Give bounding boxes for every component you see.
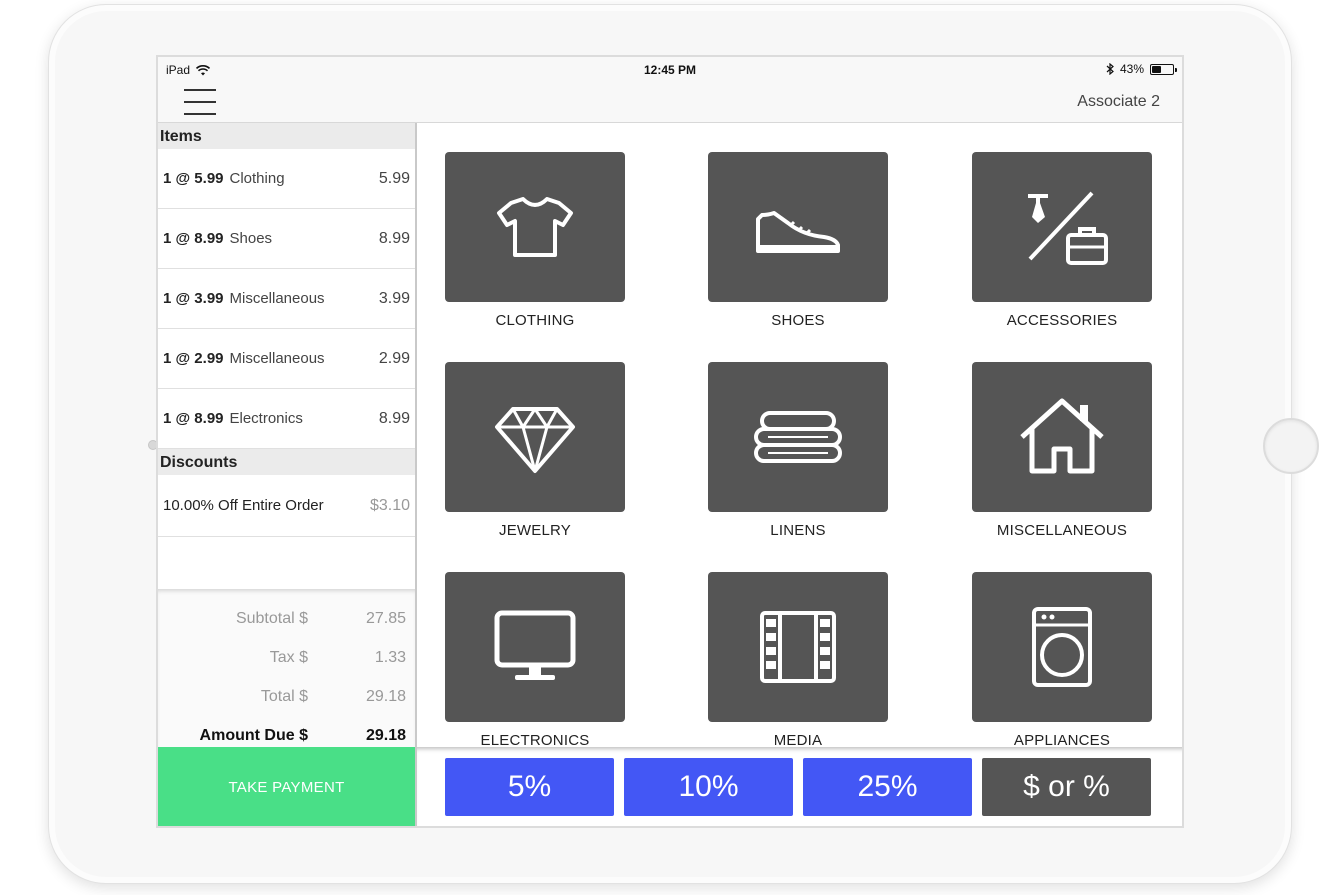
- category-label: CLOTHING: [495, 312, 575, 329]
- discount-name: 10.00% Off Entire Order: [163, 497, 324, 514]
- item-qty: 1 @ 8.99: [163, 230, 224, 247]
- discount-custom-button[interactable]: $ or %: [982, 758, 1151, 816]
- amount-due-label: Amount Due $: [199, 726, 308, 744]
- category-tile-box[interactable]: [708, 152, 888, 302]
- category-tile-box[interactable]: [972, 362, 1152, 512]
- category-tile-linens[interactable]: LINENS: [708, 362, 888, 539]
- hamburger-menu-icon[interactable]: [184, 89, 216, 115]
- take-payment-button[interactable]: TAKE PAYMENT: [158, 747, 415, 826]
- battery-icon: [1150, 63, 1177, 75]
- category-tile-shoes[interactable]: SHOES: [708, 152, 888, 329]
- total-label: Total $: [260, 687, 308, 705]
- item-name: Electronics: [229, 410, 303, 427]
- nav-bar: Associate 2: [158, 81, 1182, 123]
- film-strip-icon: [760, 611, 836, 683]
- associate-name[interactable]: Associate 2: [1077, 93, 1160, 111]
- tie-briefcase-icon: [1028, 191, 1108, 265]
- item-row[interactable]: 1 @ 8.99 Shoes 8.99: [158, 209, 415, 269]
- category-label: ELECTRONICS: [480, 732, 590, 747]
- category-label: MISCELLANEOUS: [996, 522, 1128, 539]
- category-tile-media[interactable]: MEDIA: [708, 572, 888, 747]
- category-tile-box[interactable]: [972, 572, 1152, 722]
- tax-value: 1.33: [374, 648, 406, 666]
- category-tile-electronics[interactable]: ELECTRONICS: [445, 572, 625, 747]
- discount-25-percent-button[interactable]: 25%: [803, 758, 972, 816]
- item-qty: 1 @ 5.99: [163, 170, 224, 187]
- cart-panel: Items 1 @ 5.99 Clothing 5.99 1 @ 8.99 Shoes 8…: [158, 123, 417, 826]
- discounts-list: 10.00% Off Entire Order $3.10: [158, 475, 415, 537]
- monitor-icon: [494, 610, 576, 680]
- item-name: Miscellaneous: [229, 350, 325, 367]
- amount-due-value: 29.18: [365, 726, 406, 744]
- folded-linens-icon: [754, 411, 842, 463]
- totals-panel: Subtotal $ 27.85 Tax $ 1.33 Total $ 29.1…: [158, 589, 415, 747]
- item-price: 8.99: [378, 229, 410, 247]
- category-tile-jewelry[interactable]: JEWELRY: [445, 362, 625, 539]
- category-tile-box[interactable]: [708, 572, 888, 722]
- sneaker-icon: [756, 211, 840, 253]
- category-label: SHOES: [771, 312, 825, 329]
- item-description: 1 @ 5.99 Clothing: [163, 170, 285, 187]
- discount-5-percent-button[interactable]: 5%: [445, 758, 614, 816]
- item-description: 1 @ 8.99 Shoes: [163, 230, 272, 247]
- category-tile-accessories[interactable]: ACCESSORIES: [972, 152, 1152, 329]
- item-price: 8.99: [378, 409, 410, 427]
- diamond-icon: [495, 407, 575, 473]
- pos-screen: iPad 12:45 PM 43% Associate 2 Items 1 @: [156, 55, 1184, 828]
- item-price: 3.99: [378, 289, 410, 307]
- home-button[interactable]: [1263, 418, 1319, 474]
- discount-row[interactable]: 10.00% Off Entire Order $3.10: [158, 475, 415, 537]
- category-label: ACCESSORIES: [1006, 312, 1118, 329]
- discounts-header: Discounts: [158, 449, 415, 475]
- item-row[interactable]: 1 @ 8.99 Electronics 8.99: [158, 389, 415, 449]
- category-tile-clothing[interactable]: CLOTHING: [445, 152, 625, 329]
- subtotal-line: Subtotal $ 27.85: [158, 599, 415, 638]
- category-label: JEWELRY: [499, 522, 571, 539]
- category-tile-box[interactable]: [972, 152, 1152, 302]
- subtotal-value: 27.85: [365, 609, 406, 627]
- washing-machine-icon: [1032, 607, 1092, 687]
- category-tile-box[interactable]: [708, 362, 888, 512]
- item-description: 1 @ 8.99 Electronics: [163, 410, 303, 427]
- items-list: 1 @ 5.99 Clothing 5.99 1 @ 8.99 Shoes 8.99 1 @…: [158, 149, 415, 449]
- tax-line: Tax $ 1.33: [158, 638, 415, 677]
- total-value: 29.18: [365, 687, 406, 705]
- item-row[interactable]: 1 @ 2.99 Miscellaneous 2.99: [158, 329, 415, 389]
- category-tile-appliances[interactable]: APPLIANCES: [972, 572, 1152, 747]
- item-name: Shoes: [229, 230, 273, 247]
- category-label: APPLIANCES: [1013, 732, 1111, 747]
- category-grid: CLOTHING SHOES ACCESSORIES JEWELRY LINENS MIS…: [417, 123, 1182, 747]
- status-bar: iPad 12:45 PM 43%: [158, 57, 1182, 81]
- discount-10-percent-button[interactable]: 10%: [624, 758, 793, 816]
- total-line: Total $ 29.18: [158, 677, 415, 716]
- subtotal-label: Subtotal $: [235, 609, 308, 627]
- items-header: Items: [158, 123, 415, 149]
- item-row[interactable]: 1 @ 3.99 Miscellaneous 3.99: [158, 269, 415, 329]
- item-qty: 1 @ 3.99: [163, 290, 224, 307]
- tax-label: Tax $: [269, 648, 308, 666]
- clock: 12:45 PM: [643, 63, 697, 77]
- item-row[interactable]: 1 @ 5.99 Clothing 5.99: [158, 149, 415, 209]
- item-qty: 1 @ 8.99: [163, 410, 224, 427]
- house-icon: [1020, 398, 1104, 474]
- item-name: Miscellaneous: [229, 290, 325, 307]
- item-description: 1 @ 3.99 Miscellaneous: [163, 290, 325, 307]
- category-tile-box[interactable]: [445, 362, 625, 512]
- category-tile-box[interactable]: [445, 152, 625, 302]
- category-tile-box[interactable]: [445, 572, 625, 722]
- category-label: MEDIA: [773, 732, 823, 747]
- tshirt-icon: [497, 197, 573, 257]
- item-price: 2.99: [378, 349, 410, 367]
- discount-bar: 5% 10% 25% $ or %: [417, 747, 1182, 826]
- item-name: Clothing: [229, 170, 285, 187]
- discount-amount: $3.10: [369, 496, 410, 514]
- category-label: LINENS: [770, 522, 826, 539]
- item-price: 5.99: [378, 169, 410, 187]
- category-tile-miscellaneous[interactable]: MISCELLANEOUS: [972, 362, 1152, 539]
- bluetooth-icon: [1106, 63, 1114, 75]
- item-description: 1 @ 2.99 Miscellaneous: [163, 350, 325, 367]
- battery-percent: 43%: [1119, 62, 1144, 76]
- item-qty: 1 @ 2.99: [163, 350, 224, 367]
